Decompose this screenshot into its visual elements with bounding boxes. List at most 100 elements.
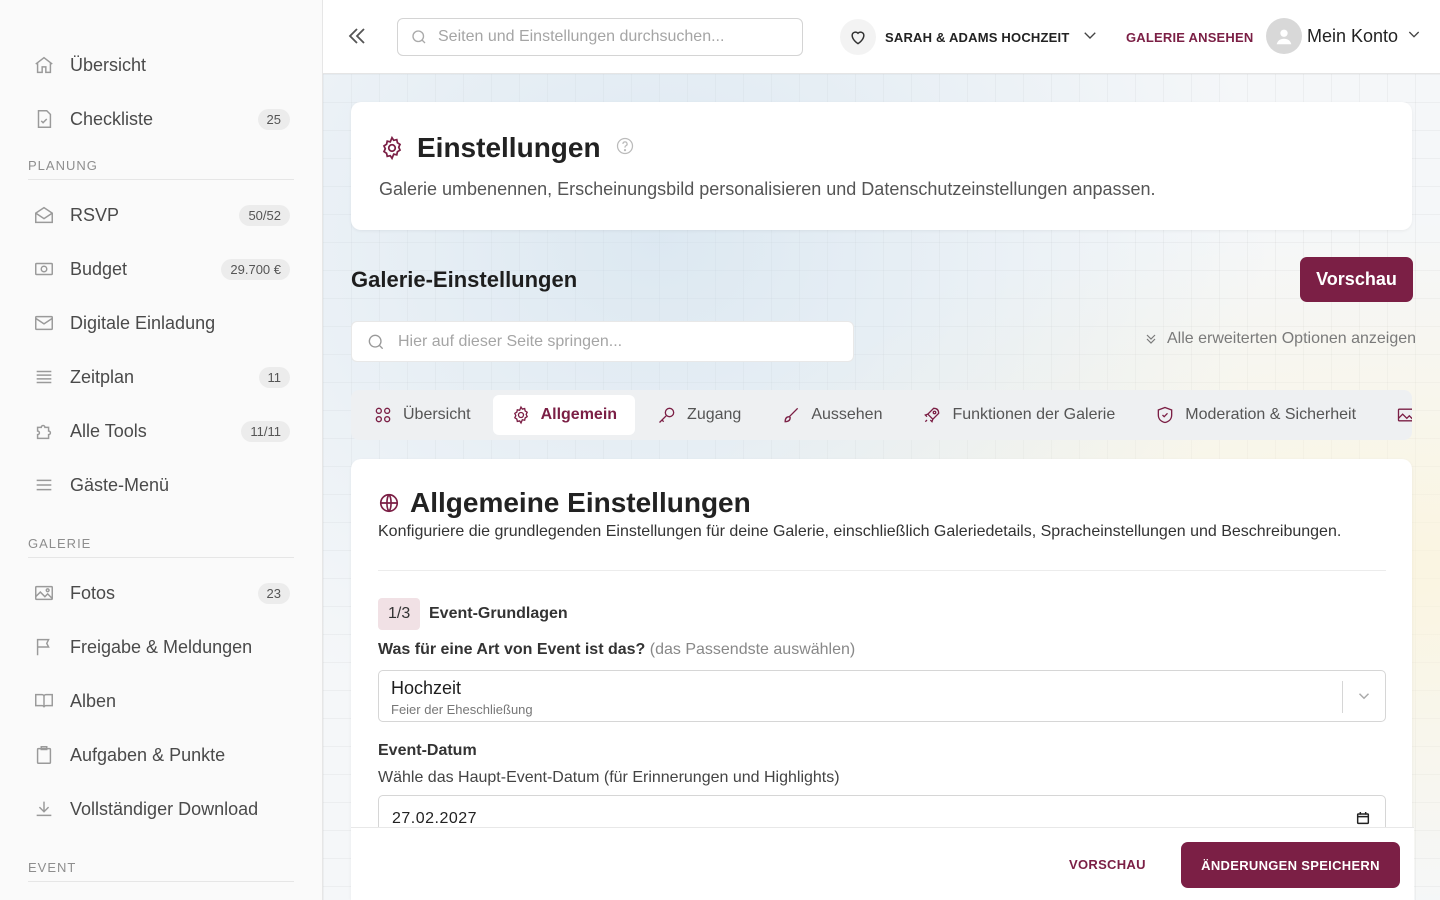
tab-zugang[interactable]: Zugang [639,395,759,435]
divider [28,557,294,558]
count-badge: 11 [258,366,290,388]
sidebar-item-label: Budget [70,258,128,279]
grid-icon [373,405,393,425]
sidebar-item-digitale-einladung[interactable]: Digitale Einladung [0,296,322,350]
gear-icon [379,135,405,161]
view-gallery-link[interactable]: GALERIE ANSEHEN [1126,30,1253,45]
event-date-label: Event-Datum [378,742,477,759]
search-icon [410,28,428,46]
general-settings-description: Konfiguriere die grundlegenden Einstellu… [378,523,1342,540]
chevron-down-icon [1081,26,1099,49]
gallery-settings-title: Galerie-Einstellungen [351,267,578,292]
chevrons-down-icon [1143,331,1159,347]
count-badge: 11/11 [241,420,290,442]
step-badge: 1/3 [378,598,421,630]
main-content: Einstellungen Galerie umbenennen, Ersche… [323,74,1440,900]
footer-preview-link[interactable]: VORSCHAU [1069,857,1146,872]
count-badge: 23 [257,582,290,604]
event-date-help: Wähle das Haupt-Event-Datum (für Erinner… [378,769,840,786]
tab-more[interactable] [1378,395,1412,435]
puzzle-icon [32,419,56,443]
sidebar-item-freigabe-meldungen[interactable]: Freigabe & Meldungen [0,620,322,674]
general-settings-title: Allgemeine Einstellungen [410,487,751,518]
sidebar-item-label: Zeitplan [70,366,135,387]
section-heading-planung: PLANUNG [28,158,98,173]
sidebar-item-label: Vollständiger Download [70,798,259,819]
sidebar-item-checkliste[interactable]: Checkliste 25 [0,92,322,146]
sidebar-item-label: Checkliste [70,108,154,129]
sidebar-item-gaeste-menue[interactable]: Gäste-Menü [0,458,322,512]
show-advanced-options[interactable]: Alle erweiterten Optionen anzeigen [1143,330,1416,348]
tab-label: Übersicht [403,406,471,423]
settings-header-card: Einstellungen Galerie umbenennen, Ersche… [351,102,1412,230]
money-icon [32,257,56,281]
sidebar-item-zeitplan[interactable]: Zeitplan 11 [0,350,322,404]
tab-allgemein[interactable]: Allgemein [492,395,636,435]
sidebar-item-label: RSVP [70,204,120,225]
event-type-hint: (das Passendste auswählen) [649,641,856,658]
sidebar-item-label: Alben [70,690,117,711]
sidebar: Übersicht Checkliste 25 PLANUNG RSVP 50/… [0,0,323,900]
event-type-value: Hochzeit [391,678,462,698]
section-heading-galerie: GALERIE [28,536,92,551]
global-search[interactable] [397,18,803,56]
event-type-select[interactable]: Hochzeit Feier der Eheschließung [378,670,1386,722]
globe-icon [378,492,400,514]
sidebar-item-rsvp[interactable]: RSVP 50/52 [0,188,322,242]
gallery-selector[interactable]: SARAH & ADAMS HOCHZEIT [840,19,1099,55]
clipboard-icon [32,743,56,767]
key-icon [657,405,677,425]
tab-label: Moderation & Sicherheit [1185,406,1357,423]
account-label: Mein Konto [1307,25,1399,46]
sidebar-item-label: Gäste-Menü [70,474,170,495]
footer-action-bar: VORSCHAU ÄNDERUNGEN SPEICHERN [351,827,1414,900]
advanced-options-label: Alle erweiterten Optionen anzeigen [1167,330,1417,347]
account-menu[interactable]: Mein Konto [1266,18,1422,54]
page-subtitle: Galerie umbenennen, Erscheinungsbild per… [379,179,1156,199]
image-icon [32,581,56,605]
brush-icon [781,405,801,425]
settings-tabs: Übersicht Allgemein Zugang Aussehen Funk… [351,390,1412,440]
jump-search-input[interactable] [398,332,838,351]
gallery-name: SARAH & ADAMS HOCHZEIT [885,29,1070,45]
tab-uebersicht[interactable]: Übersicht [355,395,489,435]
collapse-sidebar-icon[interactable] [345,24,369,48]
book-icon [32,689,56,713]
divider [1342,681,1343,713]
event-type-question: Was für eine Art von Event ist das? [378,641,646,658]
page-jump-search[interactable] [351,321,854,362]
sidebar-item-budget[interactable]: Budget 29.700 € [0,242,322,296]
count-badge: 25 [257,108,290,130]
rocket-icon [922,405,942,425]
divider [378,570,1386,571]
sidebar-item-uebersicht[interactable]: Übersicht [0,38,322,92]
sidebar-item-label: Alle Tools [70,420,147,441]
tab-aussehen[interactable]: Aussehen [763,395,900,435]
tab-label: Zugang [687,406,742,423]
sidebar-item-vollstaendiger-download[interactable]: Vollständiger Download [0,782,322,836]
checklist-icon [32,107,56,131]
tab-funktionen[interactable]: Funktionen der Galerie [904,395,1133,435]
sidebar-item-aufgaben-punkte[interactable]: Aufgaben & Punkte [0,728,322,782]
tab-label: Funktionen der Galerie [952,406,1116,423]
event-type-label: Was für eine Art von Event ist das? (das… [378,641,855,659]
download-icon [32,797,56,821]
sidebar-item-label: Digitale Einladung [70,312,216,333]
event-type-description: Feier der Eheschließung [391,702,533,717]
save-changes-button[interactable]: ÄNDERUNGEN SPEICHERN [1181,842,1400,888]
tab-label: Allgemein [540,406,618,423]
preview-button[interactable]: Vorschau [1300,257,1413,302]
sidebar-item-label: Freigabe & Meldungen [70,636,253,657]
tab-moderation[interactable]: Moderation & Sicherheit [1137,395,1374,435]
envelope-open-icon [32,203,56,227]
step-name: Event-Grundlagen [429,605,568,622]
sidebar-item-alle-tools[interactable]: Alle Tools 11/11 [0,404,322,458]
search-input[interactable] [438,28,778,46]
help-icon[interactable] [615,136,635,161]
shield-icon [1155,405,1175,425]
mail-icon [32,311,56,335]
heart-icon [840,19,876,55]
sidebar-item-fotos[interactable]: Fotos 23 [0,566,322,620]
sidebar-item-alben[interactable]: Alben [0,674,322,728]
chevron-down-icon [1355,687,1373,710]
